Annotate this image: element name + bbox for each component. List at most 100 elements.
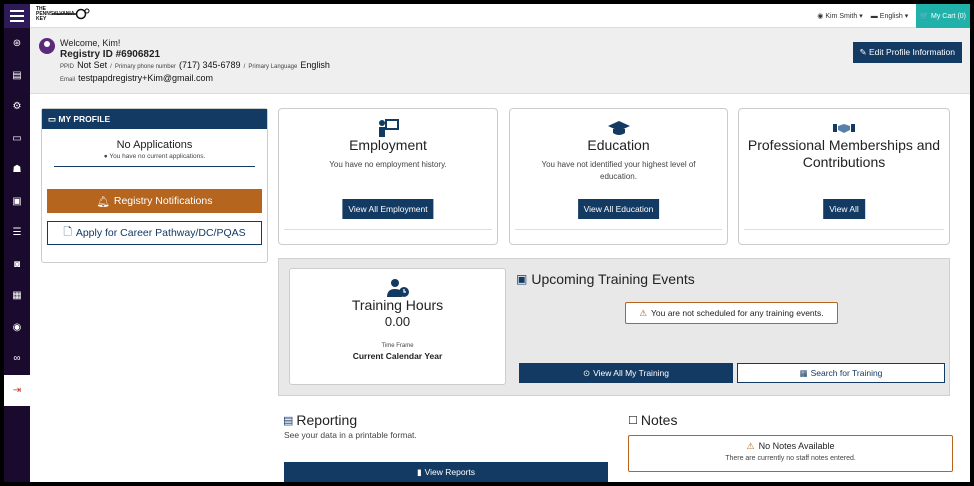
- view-reports-button[interactable]: ▮ View Reports: [284, 462, 608, 482]
- id-card-icon: ▭: [12, 132, 22, 144]
- hamburger-icon: [10, 15, 24, 17]
- ppid-label: PPID: [60, 64, 75, 70]
- view-all-education-button[interactable]: View All Education: [577, 199, 660, 219]
- divider: [515, 229, 722, 230]
- upcoming-training-title: ▣ Upcoming Training Events: [516, 271, 695, 287]
- no-notes-text: There are currently no staff notes enter…: [725, 455, 856, 462]
- no-applications-title: No Applications: [116, 139, 193, 151]
- edit-profile-button[interactable]: ✎ Edit Profile Information: [852, 42, 962, 63]
- cart-button[interactable]: 🛒 My Cart (0): [916, 4, 970, 28]
- training-hours-title: Training Hours: [351, 297, 444, 313]
- my-profile-panel: ▭ MY PROFILE No Applications ● You have …: [41, 108, 268, 263]
- sidebar-item-dashboard[interactable]: ⊛: [4, 28, 30, 60]
- memberships-title: Professional Memberships and Contributio…: [747, 137, 941, 170]
- file-clock-icon: 🗋: [63, 226, 72, 238]
- bell-icon: 🔔︎: [96, 195, 110, 208]
- clipboard-icon: ▣: [12, 195, 22, 207]
- file-icon: ▮: [416, 466, 422, 477]
- email-value: testpapdregistry+Kim@gmail.com: [78, 73, 214, 83]
- cart-icon: 🛒: [920, 13, 929, 20]
- circle-icon: ◉: [12, 321, 22, 333]
- employment-desc: You have no employment history.: [329, 160, 447, 169]
- sidebar-item-list[interactable]: ☰: [4, 217, 30, 249]
- sidebar-item-circle[interactable]: ◉: [4, 312, 30, 344]
- app-frame: ⊛ ▤ ⚙ ▭ ☗ ▣ ☰ ◙ ▦ ◉ ∞ ⇥ THE PENNSYLVANIA…: [4, 4, 970, 482]
- sidebar-item-documents[interactable]: ▤: [4, 60, 30, 92]
- education-desc: You have not identified your highest lev…: [541, 160, 696, 181]
- info-icon: ●: [103, 153, 108, 160]
- language-label: Primary Language: [248, 64, 298, 70]
- reporting-title: ▤ Reporting: [283, 412, 358, 428]
- time-frame-value: Current Calendar Year: [352, 351, 443, 361]
- people-icon: ☗: [12, 164, 22, 176]
- graduation-cap-icon: [510, 119, 727, 137]
- sidebar-item-profile[interactable]: ▭: [4, 123, 30, 155]
- no-notes-title: No Notes Available: [758, 441, 835, 451]
- registry-notifications-button[interactable]: 🔔︎ Registry Notifications: [47, 189, 262, 213]
- time-frame-label: Time Frame: [381, 343, 414, 349]
- view-all-employment-button[interactable]: View All Employment: [342, 199, 434, 219]
- training-panel: Training Hours 0.00 Time Frame Current C…: [278, 258, 950, 396]
- registry-id: Registry ID #6906821: [60, 49, 161, 60]
- search-training-button[interactable]: ▦ Search for Training: [737, 363, 945, 383]
- eye-icon: ⊙: [582, 367, 591, 378]
- sidebar-item-table[interactable]: ▦: [4, 280, 30, 312]
- phone-label: Primary phone number: [114, 64, 176, 70]
- language-value: English: [300, 60, 330, 70]
- sidebar-item-badge[interactable]: ◙: [4, 249, 30, 281]
- divider: [54, 166, 255, 167]
- calendar-check-icon: ▣: [516, 272, 528, 286]
- top-right-menu: ◉ Kim Smith ▾ ▬ English ▾ 🛒 My Cart (0): [817, 4, 970, 28]
- education-title: Education: [587, 137, 650, 153]
- email-label: Email: [60, 77, 76, 83]
- sidebar-item-signout[interactable]: ⇥: [4, 374, 30, 406]
- training-hours-value: 0.00: [384, 314, 411, 329]
- no-training-warning: ⚠ You are not scheduled for any training…: [625, 302, 838, 324]
- employment-card: Employment You have no employment histor…: [278, 108, 498, 245]
- welcome-text: Welcome, Kim!: [60, 38, 121, 48]
- sidebar-item-settings[interactable]: ⚙: [4, 91, 30, 123]
- user-circle-icon: ◉: [817, 13, 824, 20]
- file-download-icon: ▤: [283, 414, 294, 427]
- training-hours-card: Training Hours 0.00 Time Frame Current C…: [289, 268, 506, 385]
- user-clock-icon: [290, 279, 505, 297]
- notes-empty-box: ⚠ No Notes Available There are currently…: [628, 435, 953, 472]
- menu-toggle-button[interactable]: [4, 4, 30, 28]
- my-profile-header: ▭ MY PROFILE: [42, 109, 267, 129]
- key-logo-icon: [52, 8, 90, 20]
- ppid-value: Not Set: [77, 60, 108, 70]
- view-all-memberships-button[interactable]: View All: [823, 199, 865, 219]
- sidebar-item-link[interactable]: ∞: [4, 343, 30, 375]
- profile-header: Welcome, Kim! Registry ID #6906821 PPID …: [30, 28, 970, 94]
- phone-value: (717) 345-6789: [178, 60, 241, 70]
- no-applications-text: You have no current applications.: [109, 153, 206, 160]
- memberships-card: Professional Memberships and Contributio…: [738, 108, 950, 245]
- sidebar-item-people[interactable]: ☗: [4, 154, 30, 186]
- gauge-icon: ⊛: [12, 38, 22, 50]
- sidebar-item-clipboard[interactable]: ▣: [4, 186, 30, 218]
- flag-icon: ▬: [870, 12, 878, 20]
- apply-career-pathway-button[interactable]: 🗋 Apply for Career Pathway/DC/PQAS: [47, 221, 262, 245]
- table-icon: ▦: [12, 290, 22, 302]
- employment-title: Employment: [349, 137, 427, 153]
- handshake-icon: [739, 119, 949, 137]
- calendar-icon: ▦: [799, 367, 808, 378]
- id-card-icon: ▭: [48, 114, 57, 124]
- sticky-note-icon: ☐: [628, 414, 638, 427]
- edit-icon: ✎: [859, 47, 867, 57]
- avatar: [39, 38, 55, 54]
- warning-icon: ⚠: [746, 441, 755, 451]
- education-card: Education You have not identified your h…: [509, 108, 728, 245]
- list-icon: ☰: [12, 227, 22, 239]
- divider: [284, 229, 492, 230]
- warning-icon: ⚠: [639, 307, 647, 318]
- document-icon: ▤: [12, 69, 22, 81]
- link-icon: ∞: [13, 353, 21, 365]
- presenter-icon: [279, 119, 497, 137]
- language-menu[interactable]: ▬ English ▾: [870, 12, 908, 21]
- reporting-subtitle: See your data in a printable format.: [284, 430, 417, 440]
- badge-icon: ◙: [13, 258, 21, 270]
- sidebar: ⊛ ▤ ⚙ ▭ ☗ ▣ ☰ ◙ ▦ ◉ ∞ ⇥: [4, 4, 30, 482]
- view-all-training-button[interactable]: ⊙ View All My Training: [519, 363, 733, 383]
- user-menu[interactable]: ◉ Kim Smith ▾: [817, 12, 863, 21]
